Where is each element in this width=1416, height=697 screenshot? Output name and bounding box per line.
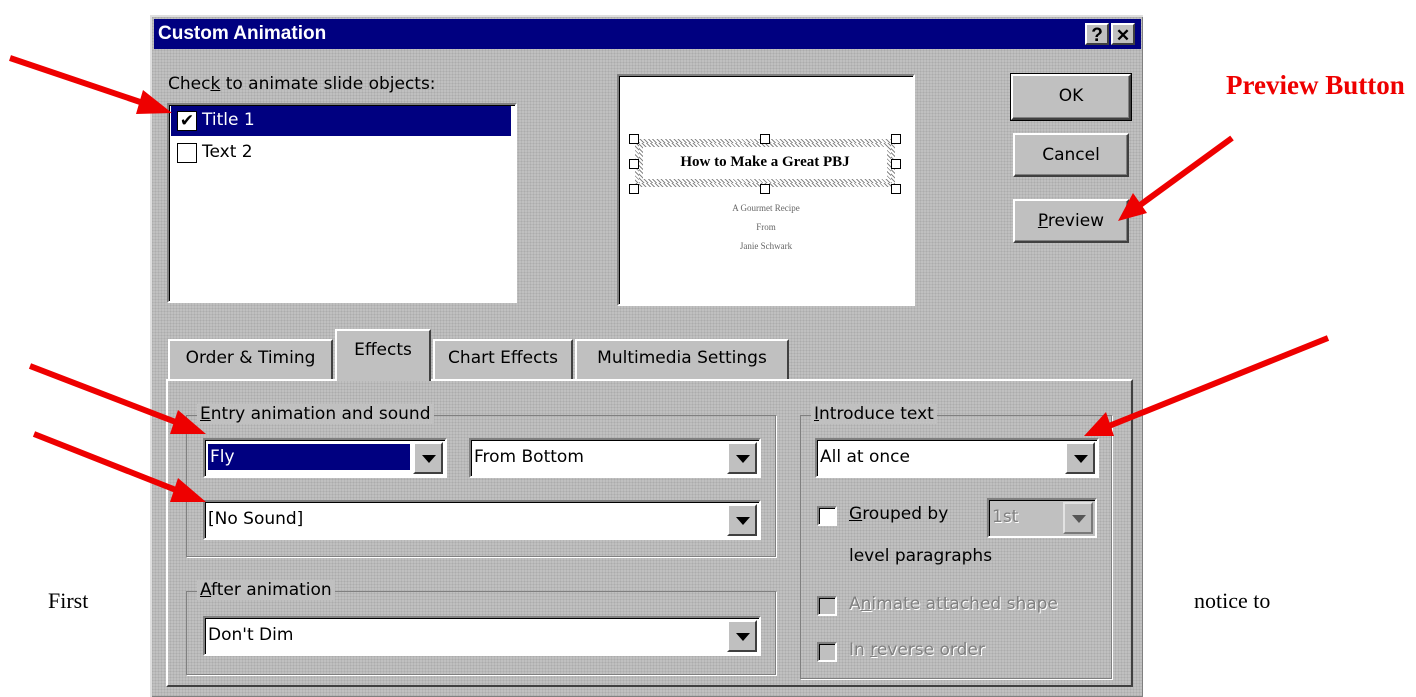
chevron-down-icon[interactable]	[727, 504, 757, 536]
chevron-down-icon[interactable]	[1063, 502, 1093, 534]
animate-attached-shape-label: Animate attached shape	[849, 594, 1058, 614]
chevron-down-icon[interactable]	[727, 620, 757, 652]
help-button[interactable]: ?	[1085, 23, 1109, 46]
resize-handle	[760, 184, 770, 194]
arrow-to-title-1	[9, 55, 172, 114]
title-placeholder-selected: How to Make a Great PBJ	[629, 134, 901, 194]
list-item-label: Text 2	[202, 142, 253, 162]
resize-handle	[629, 184, 639, 194]
grouped-level-select[interactable]: 1st	[987, 498, 1097, 538]
entry-animation-group-title: Entry animation and sound	[197, 404, 434, 424]
slide-subtitle-line: A Gourmet Recipe	[732, 203, 800, 213]
introduce-text-group: Introduce text All at once Grouped by 1s…	[800, 404, 1112, 679]
introduce-text-select[interactable]: All at once	[815, 438, 1099, 478]
list-item-text-2[interactable]: Text 2	[171, 138, 511, 168]
sound-select-value: [No Sound]	[208, 509, 304, 529]
title-bar[interactable]: Custom Animation ? ✕	[154, 19, 1141, 49]
preview-button[interactable]: Preview	[1013, 199, 1129, 243]
preview-button-annotation: Preview Button	[1226, 70, 1405, 100]
entry-animation-group: Entry animation and sound Fly From Botto…	[186, 404, 776, 557]
tab-multimedia-settings[interactable]: Multimedia Settings	[575, 339, 789, 379]
dialog-title: Custom Animation	[158, 23, 327, 44]
tab-chart-effects[interactable]: Chart Effects	[433, 339, 573, 379]
level-paragraphs-label: level paragraphs	[849, 546, 993, 566]
after-animation-select-value: Don't Dim	[208, 625, 294, 645]
after-animation-group-title: After animation	[197, 580, 335, 600]
grouped-by-checkbox[interactable]	[817, 506, 837, 526]
close-icon: ✕	[1115, 26, 1131, 45]
introduce-text-select-value: All at once	[820, 447, 910, 467]
slide-subtitle-line: From	[756, 222, 776, 232]
animate-attached-shape-checkbox[interactable]	[817, 596, 837, 616]
checkbox-text-2[interactable]	[177, 143, 197, 163]
reverse-order-label: In reverse order	[849, 640, 985, 660]
grouped-by-label: Grouped by	[849, 504, 949, 524]
chevron-down-icon[interactable]	[1065, 442, 1095, 474]
chevron-down-icon[interactable]	[413, 442, 443, 474]
objects-list-label: Check to animate slide objects:	[168, 74, 436, 94]
chevron-down-icon[interactable]	[727, 442, 757, 474]
slide-preview: How to Make a Great PBJ A Gourmet Recipe…	[617, 74, 915, 306]
resize-handle	[760, 134, 770, 144]
slide-title-text: How to Make a Great PBJ	[680, 154, 850, 170]
close-button[interactable]: ✕	[1111, 23, 1135, 45]
tab-order-timing[interactable]: Order & Timing	[168, 339, 333, 379]
effects-tab-panel: Entry animation and sound Fly From Botto…	[166, 379, 1133, 687]
effect-select-value: Fly	[207, 443, 411, 471]
resize-handle	[891, 134, 901, 144]
cancel-button[interactable]: Cancel	[1013, 133, 1129, 177]
grouped-level-select-value: 1st	[992, 507, 1019, 527]
document-text-notice: notice to	[1194, 588, 1271, 613]
checkbox-title-1[interactable]: ✔	[177, 111, 197, 131]
document-text-first: First	[48, 588, 89, 613]
list-item-title-1[interactable]: ✔ Title 1	[171, 106, 511, 136]
tab-effects[interactable]: Effects	[335, 329, 431, 381]
reverse-order-checkbox[interactable]	[817, 642, 837, 662]
list-item-label: Title 1	[202, 110, 255, 130]
effect-select[interactable]: Fly	[203, 438, 447, 478]
direction-select-value: From Bottom	[474, 447, 584, 467]
slide-subtitle-line: Janie Schwark	[739, 241, 793, 251]
introduce-text-group-title: Introduce text	[811, 404, 937, 424]
direction-select[interactable]: From Bottom	[469, 438, 761, 478]
resize-handle	[629, 134, 639, 144]
after-animation-group: After animation Don't Dim	[186, 580, 776, 675]
check-icon: ✔	[179, 111, 195, 131]
custom-animation-dialog: Custom Animation ? ✕ Check to animate sl…	[150, 15, 1143, 697]
slide-objects-list[interactable]: ✔ Title 1 Text 2	[167, 103, 517, 303]
resize-handle	[891, 184, 901, 194]
sound-select[interactable]: [No Sound]	[203, 500, 761, 540]
after-animation-select[interactable]: Don't Dim	[203, 616, 761, 656]
ok-button[interactable]: OK	[1010, 73, 1132, 121]
